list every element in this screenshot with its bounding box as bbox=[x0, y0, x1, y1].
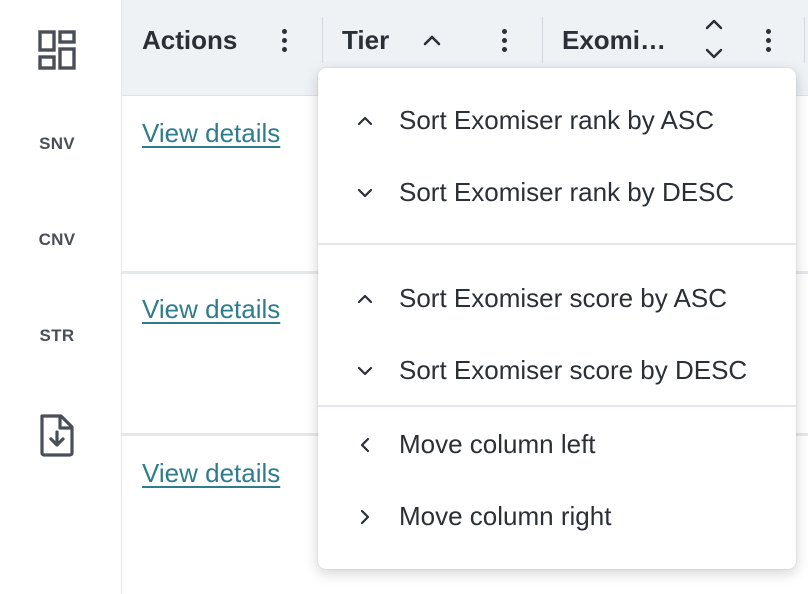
actions-column-menu-button[interactable] bbox=[274, 23, 294, 57]
menu-item-sort-score-asc[interactable]: Sort Exomiser score by ASC bbox=[318, 266, 796, 330]
tier-column-menu-button[interactable] bbox=[494, 23, 514, 57]
view-details-link[interactable]: View details bbox=[142, 118, 280, 149]
menu-item-sort-rank-asc[interactable]: Sort Exomiser rank by ASC bbox=[318, 88, 796, 152]
menu-item-move-left[interactable]: Move column left bbox=[318, 412, 796, 476]
menu-divider bbox=[318, 405, 796, 407]
rail-item-str-label: STR bbox=[39, 326, 75, 345]
chevron-up-icon bbox=[357, 116, 373, 126]
chevron-down-icon bbox=[705, 48, 723, 59]
side-rail: SNV CNV STR bbox=[0, 0, 122, 594]
chevron-right-icon bbox=[360, 509, 370, 525]
column-options-menu: Sort Exomiser rank by ASC Sort Exomiser … bbox=[318, 68, 796, 569]
menu-item-sort-score-desc[interactable]: Sort Exomiser score by DESC bbox=[318, 338, 796, 402]
dashboard-icon bbox=[38, 30, 76, 70]
rail-item-cnv-label: CNV bbox=[38, 230, 76, 249]
exomiser-column-menu-button[interactable] bbox=[758, 23, 778, 57]
chevron-up-icon bbox=[357, 294, 373, 304]
sort-ascending-icon[interactable] bbox=[422, 32, 442, 48]
menu-item-label: Move column right bbox=[399, 500, 612, 531]
kebab-dot bbox=[281, 28, 287, 34]
column-divider bbox=[322, 17, 323, 63]
rail-item-str[interactable]: STR bbox=[0, 316, 114, 356]
chevron-down-icon bbox=[357, 188, 373, 198]
kebab-dot bbox=[281, 37, 287, 43]
rail-item-snv-label: SNV bbox=[39, 134, 75, 153]
column-header-actions: Actions bbox=[142, 0, 237, 80]
chevron-left-icon bbox=[360, 437, 370, 453]
rail-item-snv[interactable]: SNV bbox=[0, 124, 114, 164]
rail-item-cnv[interactable]: CNV bbox=[0, 220, 114, 260]
column-divider bbox=[542, 17, 543, 63]
menu-item-label: Sort Exomiser score by ASC bbox=[399, 282, 727, 313]
kebab-dot bbox=[501, 37, 507, 43]
view-details-link[interactable]: View details bbox=[142, 458, 280, 489]
rail-dashboard-button[interactable] bbox=[0, 26, 114, 74]
menu-item-label: Move column left bbox=[399, 428, 596, 459]
sort-toggle[interactable] bbox=[702, 14, 726, 66]
menu-item-label: Sort Exomiser rank by DESC bbox=[399, 176, 735, 207]
menu-divider bbox=[318, 243, 796, 245]
view-details-link[interactable]: View details bbox=[142, 294, 280, 325]
chevron-up-icon bbox=[705, 19, 723, 30]
kebab-dot bbox=[281, 46, 287, 52]
kebab-dot bbox=[765, 46, 771, 52]
menu-item-move-right[interactable]: Move column right bbox=[318, 484, 796, 548]
menu-item-label: Sort Exomiser rank by ASC bbox=[399, 104, 714, 135]
column-divider bbox=[804, 17, 805, 63]
chevron-down-icon bbox=[357, 366, 373, 376]
column-label-exomiser: Exomi… bbox=[562, 24, 667, 55]
menu-item-label: Sort Exomiser score by DESC bbox=[399, 354, 748, 385]
file-download-icon bbox=[40, 414, 74, 457]
kebab-dot bbox=[501, 46, 507, 52]
column-label-tier: Tier bbox=[342, 24, 390, 55]
menu-item-sort-rank-desc[interactable]: Sort Exomiser rank by DESC bbox=[318, 160, 796, 224]
kebab-dot bbox=[501, 28, 507, 34]
kebab-dot bbox=[765, 28, 771, 34]
column-label-actions: Actions bbox=[142, 24, 238, 55]
kebab-dot bbox=[765, 37, 771, 43]
rail-download-button[interactable] bbox=[0, 410, 114, 460]
